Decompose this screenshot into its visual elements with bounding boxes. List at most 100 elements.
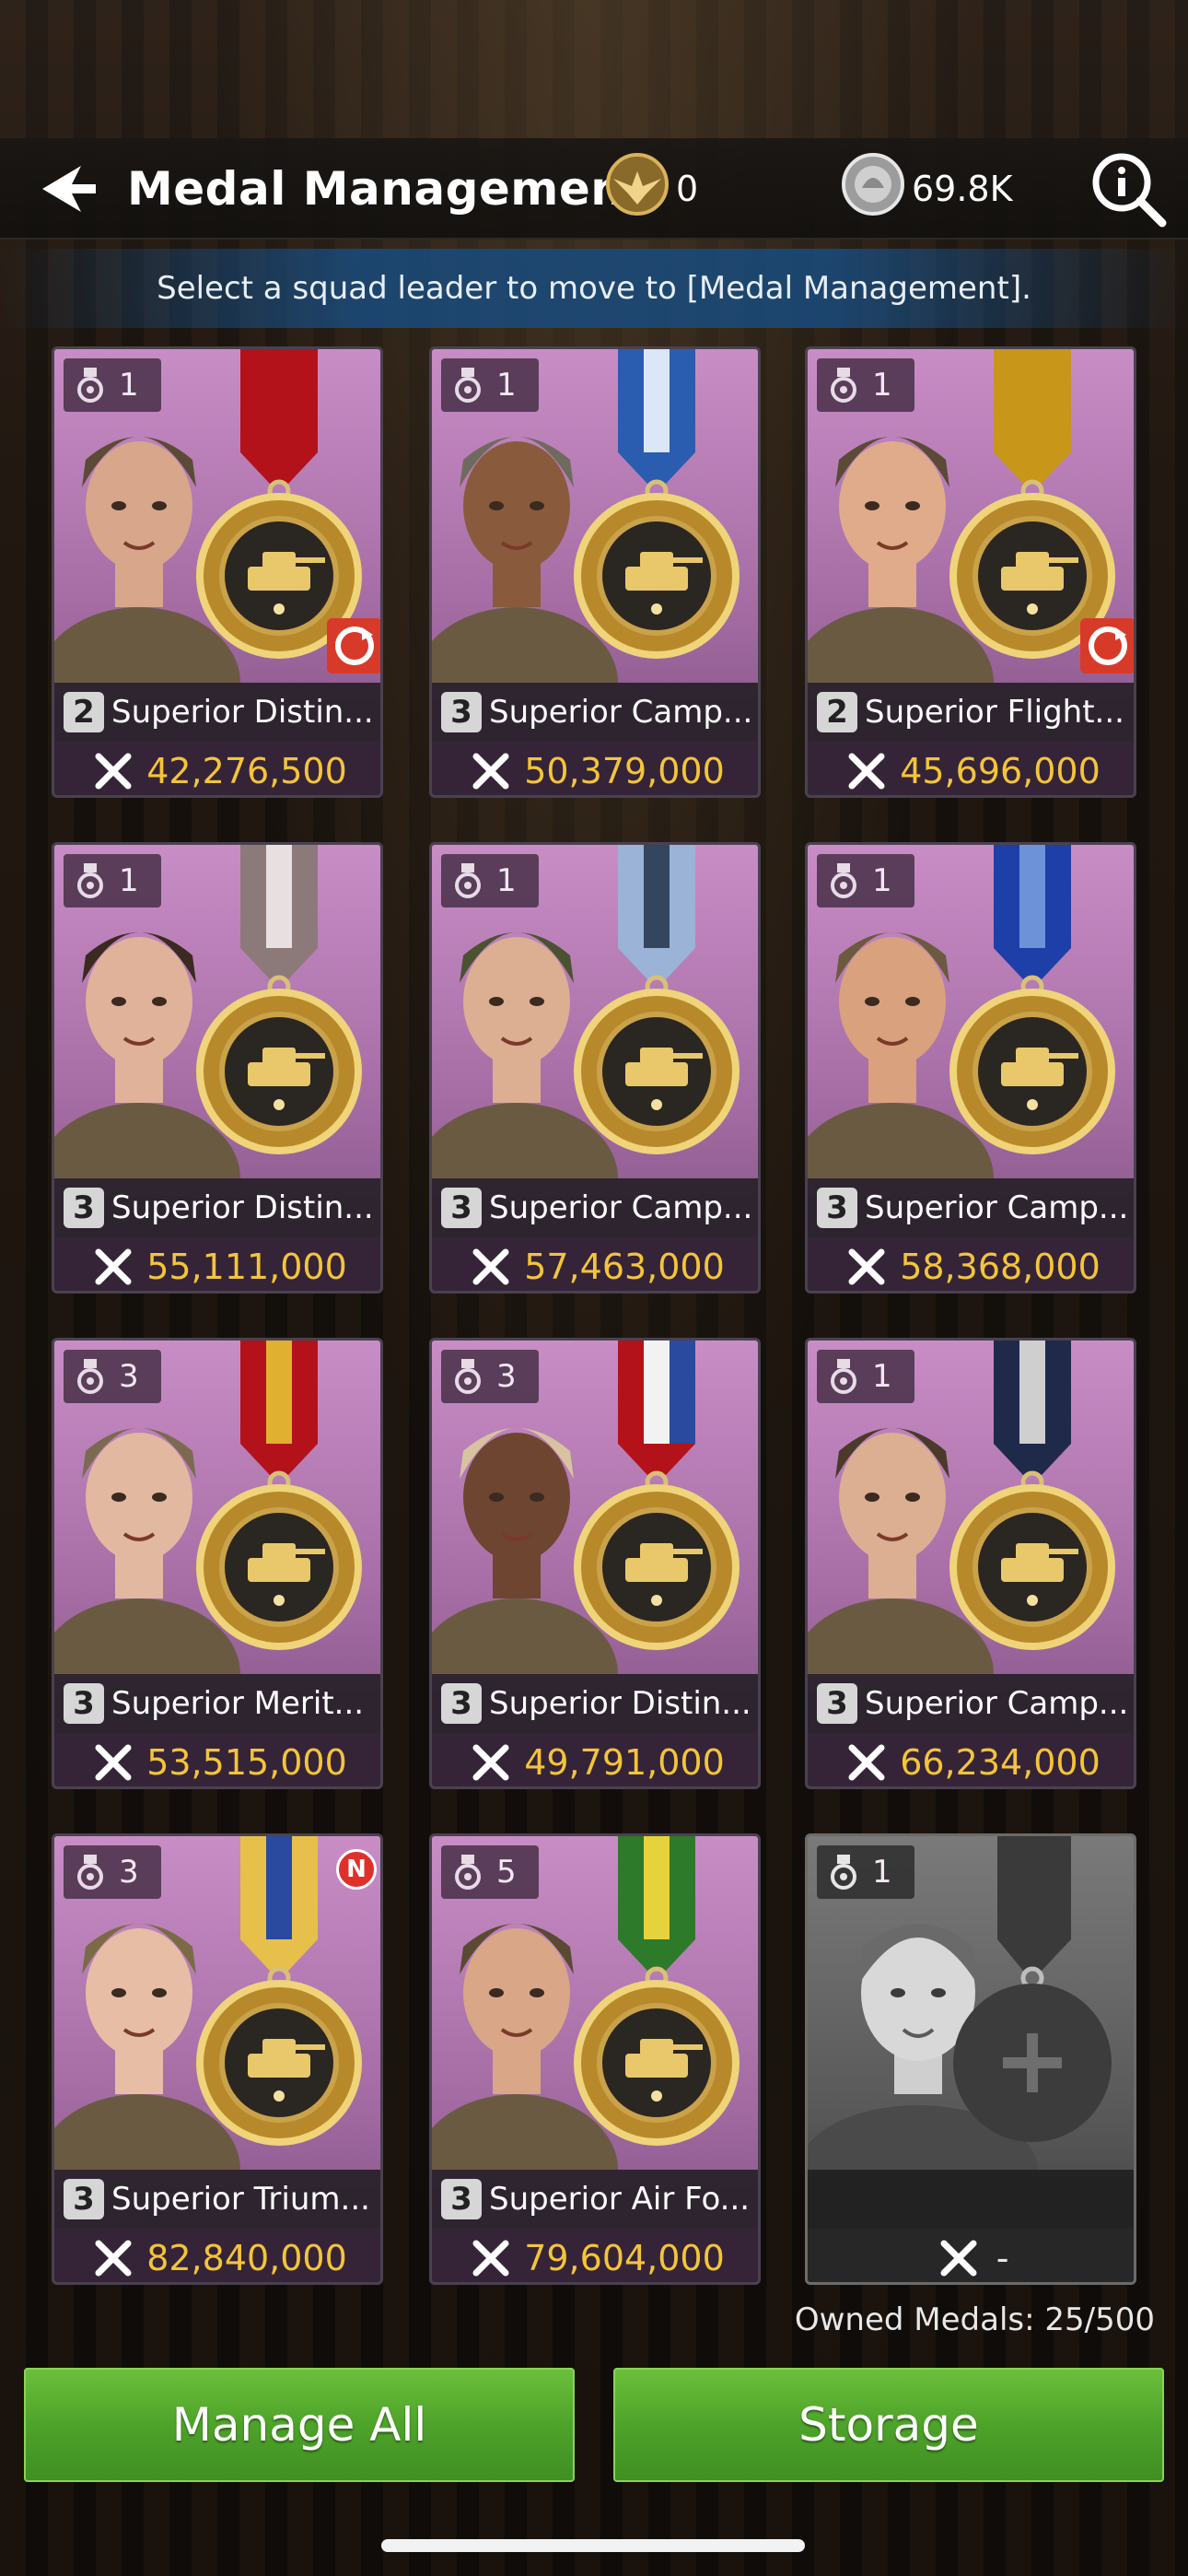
medal-level-badge: 1 [817,1350,914,1403]
medal-card[interactable]: 3 N 3 Superior Trium... 82,840,000 [52,1833,383,2285]
power-value: 79,604,000 [524,2238,725,2278]
power-bar: 50,379,000 [432,742,758,795]
medal-level-icon [77,368,103,403]
medal-card[interactable]: 1 2 Superior Flight... 45,696,000 [805,346,1136,798]
medal-card[interactable]: 1 3 Superior Camp... 57,463,000 [429,842,761,1294]
back-arrow-icon[interactable] [41,162,98,216]
medal-level-icon [831,863,856,898]
medal-level-badge: 1 [441,854,539,907]
tier-badge: 3 [64,1188,104,1228]
medal-name-bar: 3 Superior Camp... [808,1674,1134,1733]
power-icon [95,1248,132,1285]
medal-icon [196,1341,362,1650]
medal-level-badge: 3 [441,1350,539,1403]
swap-icon[interactable] [1080,618,1136,673]
power-bar: 53,515,000 [54,1733,380,1786]
medal-name-bar: 3 Superior Camp... [432,683,758,742]
medal-card[interactable]: 1 3 Superior Camp... 66,234,000 [805,1338,1136,1789]
power-bar: 57,463,000 [432,1237,758,1291]
power-bar: 58,368,000 [808,1237,1134,1291]
medal-level: 1 [872,1854,892,1891]
medal-card[interactable]: 1 3 Superior Camp... 50,379,000 [429,346,761,798]
manage-all-button[interactable]: Manage All [24,2368,575,2482]
info-search-icon[interactable] [1089,149,1168,228]
medal-level: 1 [872,1358,892,1395]
medal-name-bar [808,2170,1134,2229]
medal-level-icon [455,368,481,403]
power-value: 50,379,000 [524,751,725,791]
power-icon [95,2240,132,2277]
storage-button[interactable]: Storage [613,2368,1164,2482]
medal-name: Superior Distin... [111,1189,374,1226]
medal-name: Superior Air Fo... [489,2181,751,2218]
medal-level-badge: 3 [64,1350,161,1403]
power-value: 58,368,000 [900,1247,1101,1287]
medal-level-badge: 1 [441,358,539,412]
power-icon [848,1744,885,1781]
medal-grid: 1 2 Superior Distin... 42,276,500 1 3 Su… [52,346,1138,2285]
medal-level-badge: 5 [441,1845,539,1899]
swap-icon[interactable] [327,618,382,673]
medal-level-icon [831,1359,856,1394]
owned-medals-count: Owned Medals: 25/500 [794,2301,1155,2338]
power-bar: 49,791,000 [432,1733,758,1786]
tier-badge: 3 [441,2179,482,2219]
power-value: 49,791,000 [524,1742,725,1783]
tier-badge: 3 [441,1188,482,1228]
medal-card[interactable]: 5 3 Superior Air Fo... 79,604,000 [429,1833,761,2285]
medal-card[interactable]: 1 3 Superior Distin... 55,111,000 [52,842,383,1294]
medal-card[interactable]: 3 3 Superior Merit... 53,515,000 [52,1338,383,1789]
power-bar: 66,234,000 [808,1733,1134,1786]
power-icon [472,2240,509,2277]
power-value: 45,696,000 [900,751,1101,791]
medal-level: 3 [496,1358,517,1395]
tier-badge: 3 [441,1683,482,1724]
home-indicator [381,2539,805,2552]
medal-name-bar: 3 Superior Air Fo... [432,2170,758,2229]
top-bar: Medal Management 0 69.8K [0,138,1188,240]
tier-badge: 3 [64,2179,104,2219]
power-value: 82,840,000 [146,2238,347,2278]
power-value: 55,111,000 [146,1247,347,1287]
medal-card[interactable]: 1 2 Superior Distin... 42,276,500 [52,346,383,798]
medal-icon [574,1836,740,2146]
medal-name-bar: 3 Superior Merit... [54,1674,380,1733]
empty-medal-slot[interactable]: 1 - [805,1833,1136,2285]
medal-level-icon [831,1855,856,1890]
medal-name-bar: 3 Superior Camp... [432,1178,758,1237]
medal-level: 1 [496,367,517,404]
medal-card[interactable]: 1 3 Superior Camp... 58,368,000 [805,842,1136,1294]
medal-level-badge: 1 [817,854,914,907]
medal-name-bar: 2 Superior Flight... [808,683,1134,742]
medal-name-bar: 3 Superior Camp... [808,1178,1134,1237]
power-value: 53,515,000 [146,1742,347,1783]
tier-badge: 3 [441,692,482,732]
medal-level-icon [831,368,856,403]
power-icon [848,753,885,790]
medal-level-badge: 1 [64,358,161,412]
eagle-count: 0 [676,169,699,209]
power-value: 42,276,500 [146,751,347,791]
medal-icon [949,845,1115,1154]
medal-level: 5 [496,1854,517,1891]
eagle-medal-icon [606,153,669,216]
medal-icon [949,1341,1115,1650]
power-bar: 55,111,000 [54,1237,380,1291]
medal-name: Superior Camp... [489,694,753,731]
power-icon [95,1744,132,1781]
medal-level-badge: 1 [64,854,161,907]
medal-name-bar: 3 Superior Distin... [432,1674,758,1733]
medal-icon [574,845,740,1154]
medal-name: Superior Camp... [865,1685,1129,1722]
medal-level: 1 [872,862,892,899]
power-icon [472,753,509,790]
power-icon [472,1248,509,1285]
medal-name: Superior Trium... [111,2181,370,2218]
medal-level: 1 [119,862,139,899]
medal-name: Superior Camp... [489,1189,753,1226]
medal-card[interactable]: 3 3 Superior Distin... 49,791,000 [429,1338,761,1789]
silver-coin-icon [842,153,904,216]
medal-name: Superior Distin... [111,694,374,731]
medal-level-icon [455,1359,481,1394]
tier-badge: 2 [64,692,104,732]
